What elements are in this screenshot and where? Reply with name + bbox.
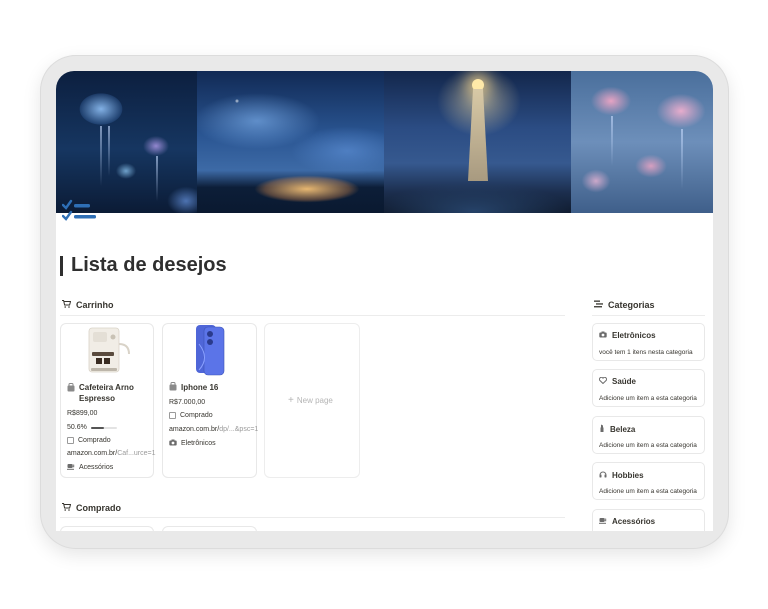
product-link[interactable]: amazon.com.br/Caf...urce=1 — [67, 450, 156, 457]
category-name: Saúde — [612, 377, 637, 386]
progress-row: 50.6% — [67, 424, 117, 431]
product-category-label: Eletrônicos — [181, 440, 216, 447]
category-description: você tem 1 itens nesta categoria — [599, 349, 693, 356]
progress-percent: 50.6% — [67, 424, 87, 431]
category-description: Adicione um item a esta categoria — [599, 395, 697, 402]
headphones-icon — [599, 470, 607, 480]
cover-banner[interactable] — [56, 71, 713, 213]
product-price: R$899,00 — [67, 410, 98, 417]
camera-icon — [169, 439, 177, 448]
link-path: dp/...&psc=1 — [219, 426, 259, 433]
purchased-checkbox-row[interactable]: Comprado — [169, 412, 213, 419]
page-title[interactable]: Lista de desejos — [60, 254, 227, 277]
purchased-checkbox-row[interactable]: Comprado — [67, 437, 111, 444]
section-carrinho[interactable]: Carrinho — [62, 300, 114, 310]
product-name-line1: Cafeteira Arno — [79, 383, 134, 392]
progress-bar — [90, 426, 117, 429]
new-page-button[interactable]: + New page — [288, 394, 333, 406]
camera-icon — [599, 331, 607, 340]
section-carrinho-label: Carrinho — [76, 300, 114, 310]
section-comprado[interactable]: Comprado — [62, 503, 121, 513]
list-icon — [594, 300, 603, 310]
lipstick-icon — [599, 424, 605, 434]
category-description: Adicione um item a esta categoria — [599, 488, 697, 495]
divider — [60, 315, 565, 316]
product-card-cafeteira[interactable]: Cafeteira Arno Espresso R$899,00 50.6% C… — [60, 323, 156, 478]
title-bar-decoration — [60, 255, 63, 276]
page-title-text: Lista de desejos — [71, 254, 227, 276]
coffee-icon — [67, 463, 75, 472]
product-name: Cafeteira Arno Espresso — [67, 382, 134, 404]
product-category[interactable]: Acessórios — [67, 463, 113, 472]
product-thumbnail — [163, 324, 256, 379]
category-card-hobbies[interactable]: Hobbies Adicione um item a esta categori… — [592, 462, 705, 500]
category-card-saude[interactable]: Saúde Adicione um item a esta categoria — [592, 369, 705, 407]
link-domain: amazon.com.br/ — [169, 426, 220, 433]
product-link[interactable]: amazon.com.br/dp/...&psc=1 — [169, 426, 258, 433]
category-card-acessorios[interactable]: Acessórios — [592, 509, 705, 531]
product-name: Iphone 16 — [169, 382, 218, 393]
product-thumbnail — [61, 324, 153, 379]
product-category-label: Acessórios — [79, 464, 114, 471]
new-page-card[interactable]: + New page — [264, 323, 360, 478]
section-categorias[interactable]: Categorias — [594, 300, 655, 310]
purchased-checkbox[interactable] — [169, 412, 176, 419]
category-name: Beleza — [610, 424, 636, 434]
page-icon — [169, 382, 177, 393]
divider — [592, 315, 705, 316]
product-card-partial[interactable] — [60, 526, 154, 531]
purchased-label: Comprado — [180, 412, 213, 419]
category-name: Eletrônicos — [612, 331, 656, 340]
page-icon — [67, 383, 75, 394]
purchased-checkbox[interactable] — [67, 437, 74, 444]
cover-jellyfish-panel — [56, 71, 197, 213]
product-name-line2: Espresso — [79, 394, 116, 403]
cover-pink-jellyfish-panel — [571, 71, 713, 213]
link-path: Caf...urce=1 — [117, 450, 156, 457]
category-name: Acessórios — [612, 517, 656, 526]
new-page-label: New page — [296, 396, 333, 405]
section-comprado-label: Comprado — [76, 503, 121, 513]
category-card-eletronicos[interactable]: Eletrônicos você tem 1 itens nesta categ… — [592, 323, 705, 361]
cover-lighthouse-panel — [384, 71, 571, 213]
link-domain: amazon.com.br/ — [67, 450, 118, 457]
category-description: Adicione um item a esta categoria — [599, 442, 697, 449]
cart-icon — [62, 503, 72, 513]
product-category[interactable]: Eletrônicos — [169, 439, 216, 448]
section-categorias-label: Categorias — [608, 300, 655, 310]
heart-icon — [598, 376, 608, 386]
cover-night-sky-panel — [197, 71, 384, 213]
notion-page: Lista de desejos Carrinho Cafeteira Arno… — [56, 71, 713, 531]
category-name: Hobbies — [612, 470, 644, 480]
plus-icon: + — [288, 394, 294, 406]
product-price: R$7.000,00 — [169, 399, 206, 406]
product-card-iphone[interactable]: Iphone 16 R$7.000,00 Comprado amazon.com… — [162, 323, 258, 478]
category-card-beleza[interactable]: Beleza Adicione um item a esta categoria — [592, 416, 705, 454]
product-name-line1: Iphone 16 — [181, 383, 219, 392]
purchased-label: Comprado — [78, 437, 111, 444]
cart-icon — [62, 300, 72, 310]
coffee-icon — [599, 517, 607, 526]
divider — [60, 517, 565, 518]
checklist-icon[interactable] — [61, 197, 98, 227]
product-card-partial[interactable] — [162, 526, 257, 531]
